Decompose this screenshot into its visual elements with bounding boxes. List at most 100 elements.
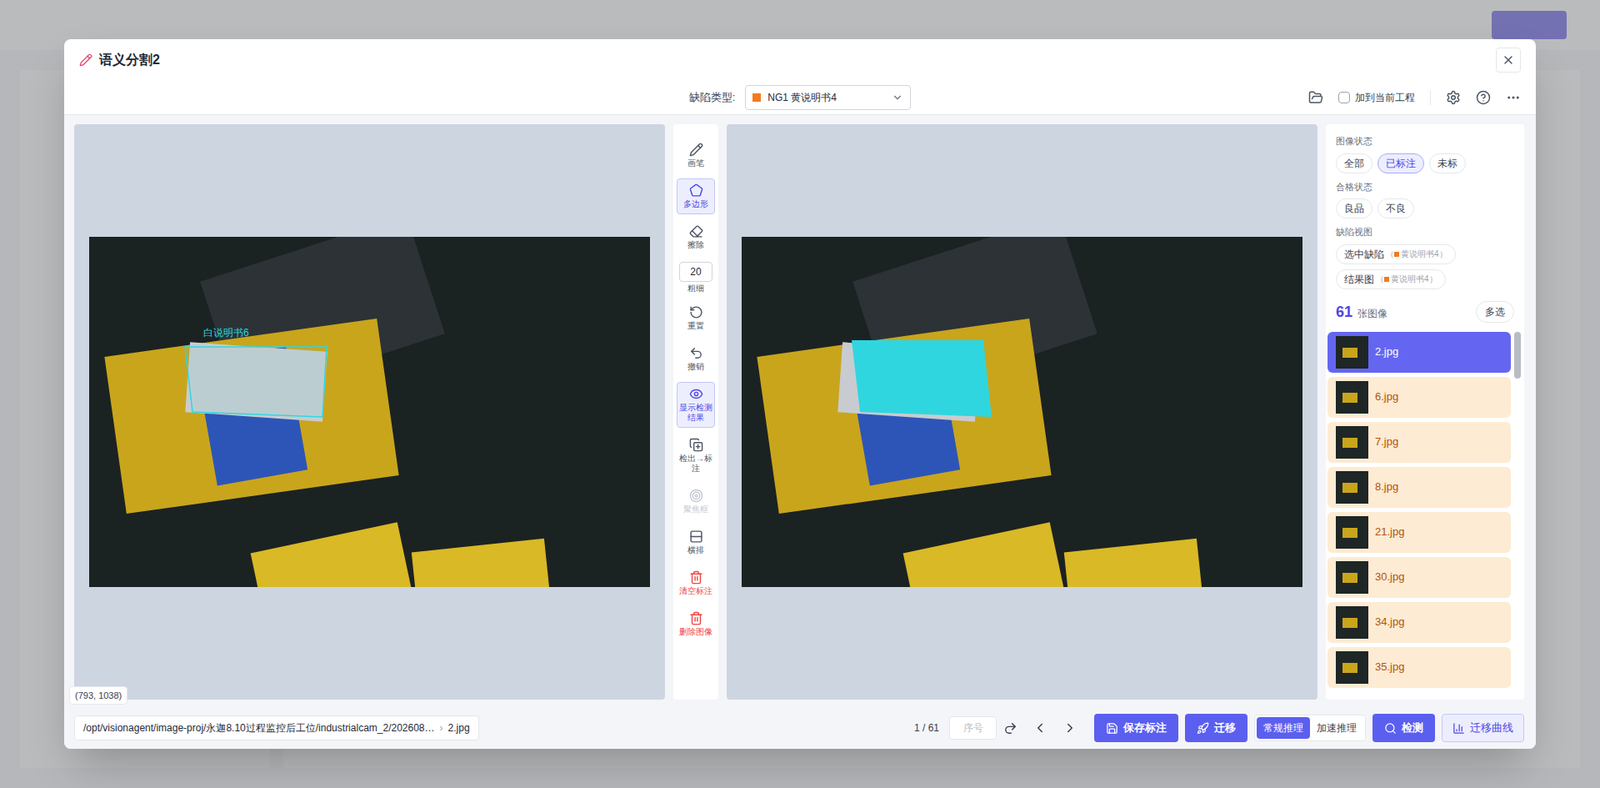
tool-label: 检出→标注	[678, 453, 714, 474]
tool-button[interactable]: 聚焦框	[676, 483, 715, 520]
result-canvas[interactable]	[726, 124, 1318, 700]
tool-button[interactable]: 重置	[676, 300, 715, 336]
tool-button[interactable]: 清空标注	[676, 565, 715, 601]
curve-button[interactable]: 迁移曲线	[1441, 713, 1525, 742]
image-thumbnail	[1335, 470, 1369, 504]
image-list-item[interactable]: 21.jpg	[1327, 511, 1511, 553]
image-list-item[interactable]: 35.jpg	[1327, 646, 1511, 688]
help-icon[interactable]	[1475, 90, 1491, 105]
app: 语义分割2缺陷类型:NG1 黄说明书4加到当前工程白说明书6(793, 1038…	[0, 0, 1600, 788]
thickness-control[interactable]: 20粗细	[679, 260, 713, 295]
defect-type-select[interactable]: NG1 黄说明书4	[745, 85, 911, 110]
image-count: 61	[1335, 300, 1353, 324]
tool-label: 擦除	[678, 240, 714, 250]
search-icon	[1384, 721, 1397, 735]
thickness-input[interactable]: 20	[679, 261, 713, 282]
tool-button[interactable]: 横排	[676, 524, 715, 560]
image-thumbnail	[1335, 560, 1369, 594]
inference-option[interactable]: 加速推理	[1310, 716, 1364, 739]
dialog-toolbar: 缺陷类型: NG1 黄说明书4 加到当前工程	[64, 80, 1536, 115]
image-name: 6.jpg	[1375, 388, 1399, 405]
status-actions: 1 / 61序号保存标注迁移常规推理加速推理检测迁移曲线	[914, 713, 1525, 742]
image-name: 34.jpg	[1375, 613, 1405, 630]
image-name: 2.jpg	[1375, 343, 1399, 360]
tool-label: 删除图像	[678, 626, 714, 637]
image-count-label: 张图像	[1357, 305, 1388, 321]
tool-button[interactable]: 擦除	[676, 219, 715, 255]
multi-select-button[interactable]: 多选	[1475, 300, 1515, 323]
image-list-item[interactable]: 6.jpg	[1327, 376, 1511, 418]
file-path: /opt/visionagent/image-proj/永迦8.10过程监控后工…	[74, 715, 480, 740]
defect-color-swatch	[752, 93, 761, 102]
detect-button[interactable]: 检测	[1372, 713, 1435, 742]
filter-group: 合格状态良品不良	[1335, 180, 1515, 220]
image-thumbnail	[1335, 380, 1369, 414]
image-list-item[interactable]: 34.jpg	[1327, 601, 1511, 643]
image-count-row: 61张图像 多选	[1335, 295, 1515, 329]
image-list-item[interactable]: 8.jpg	[1327, 466, 1511, 508]
tool-button[interactable]: 显示检测结果	[676, 381, 715, 428]
gear-icon[interactable]	[1445, 90, 1461, 105]
list-scrollbar[interactable]	[1514, 331, 1521, 379]
checkbox-box[interactable]	[1338, 91, 1350, 104]
image-name: 7.jpg	[1375, 433, 1399, 450]
image-list: 2.jpg 6.jpg 7.jpg 8.jpg21.jpg30.jpg 34.jpg 35…	[1327, 328, 1523, 688]
workspace: 白说明书6(793, 1038)画笔多边形擦除20粗细重置撤销显示检测结果检出→…	[64, 115, 1536, 707]
image-thumbnail	[1335, 605, 1369, 639]
tool-icon	[689, 345, 704, 360]
migrate-button[interactable]: 迁移	[1185, 713, 1248, 742]
tool-button[interactable]: 画笔	[676, 137, 715, 174]
image-list-wrap: 2.jpg 6.jpg 7.jpg 8.jpg21.jpg30.jpg 34.jpg 35…	[1327, 328, 1523, 700]
tool-button[interactable]: 撤销	[676, 340, 715, 377]
annotation-polygon[interactable]	[89, 236, 650, 587]
filter-group: 图像状态全部已标注未标	[1335, 134, 1515, 174]
close-icon	[1501, 53, 1515, 67]
defect-color-dot	[1384, 276, 1390, 282]
tool-button[interactable]: 删除图像	[676, 605, 715, 642]
defect-type: 缺陷类型: NG1 黄说明书4	[689, 85, 912, 110]
photo-yellow-box-2	[250, 521, 412, 587]
image-list-item[interactable]: 2.jpg	[1327, 331, 1511, 373]
image-thumbnail	[1335, 425, 1369, 459]
next-icon[interactable]	[1062, 720, 1078, 735]
result-mask	[741, 236, 1303, 587]
defect-view-chip[interactable]: 选中缺陷（黄说明书4）	[1335, 244, 1456, 265]
prev-icon[interactable]	[1032, 720, 1048, 735]
annotation-dialog: 语义分割2缺陷类型:NG1 黄说明书4加到当前工程白说明书6(793, 1038…	[64, 39, 1536, 749]
folder-icon[interactable]	[1308, 90, 1324, 105]
source-photo[interactable]: 白说明书6	[89, 236, 650, 587]
tool-label: 横排	[678, 545, 714, 555]
dialog-title: 语义分割2	[79, 50, 160, 70]
image-thumbnail	[1335, 335, 1369, 369]
tool-icon	[689, 183, 704, 198]
add-to-project-checkbox[interactable]: 加到当前工程	[1338, 90, 1415, 105]
filter-title: 合格状态	[1335, 180, 1515, 195]
image-list-item[interactable]: 7.jpg	[1327, 421, 1511, 463]
background-button	[1491, 10, 1567, 40]
tool-button[interactable]: 检出→标注	[676, 432, 715, 479]
index-input[interactable]: 序号	[949, 715, 997, 740]
tool-button[interactable]: 多边形	[676, 178, 715, 215]
more-icon[interactable]	[1505, 90, 1521, 105]
image-list-item[interactable]: 30.jpg	[1327, 556, 1511, 598]
photo-yellow-box-3	[1064, 538, 1203, 587]
filter-chip[interactable]: 未标	[1429, 153, 1466, 174]
close-button[interactable]	[1495, 47, 1521, 73]
path-separator: ›	[440, 720, 444, 735]
inference-toggle: 常规推理加速推理	[1254, 714, 1366, 741]
result-photo[interactable]	[741, 236, 1303, 587]
filter-chip[interactable]: 不良	[1377, 198, 1415, 219]
defect-color-dot	[1394, 251, 1400, 257]
annotation-label: 白说明书6	[203, 326, 250, 339]
defect-view-chip[interactable]: 结果图（黄说明书4）	[1335, 269, 1446, 290]
inference-option[interactable]: 常规推理	[1256, 716, 1310, 739]
defect-type-label: 缺陷类型:	[689, 89, 736, 106]
image-sidebar: 图像状态全部已标注未标合格状态良品不良缺陷视图选中缺陷（黄说明书4）结果图（黄说…	[1325, 124, 1525, 700]
filter-chip[interactable]: 已标注	[1377, 153, 1425, 174]
cursor-coords: (793, 1038)	[69, 685, 128, 705]
filter-chip[interactable]: 全部	[1335, 153, 1373, 174]
filter-chip[interactable]: 良品	[1335, 198, 1373, 219]
source-canvas[interactable]: 白说明书6(793, 1038)	[74, 124, 665, 700]
save-button[interactable]: 保存标注	[1094, 713, 1179, 742]
jump-icon[interactable]	[1003, 720, 1018, 735]
